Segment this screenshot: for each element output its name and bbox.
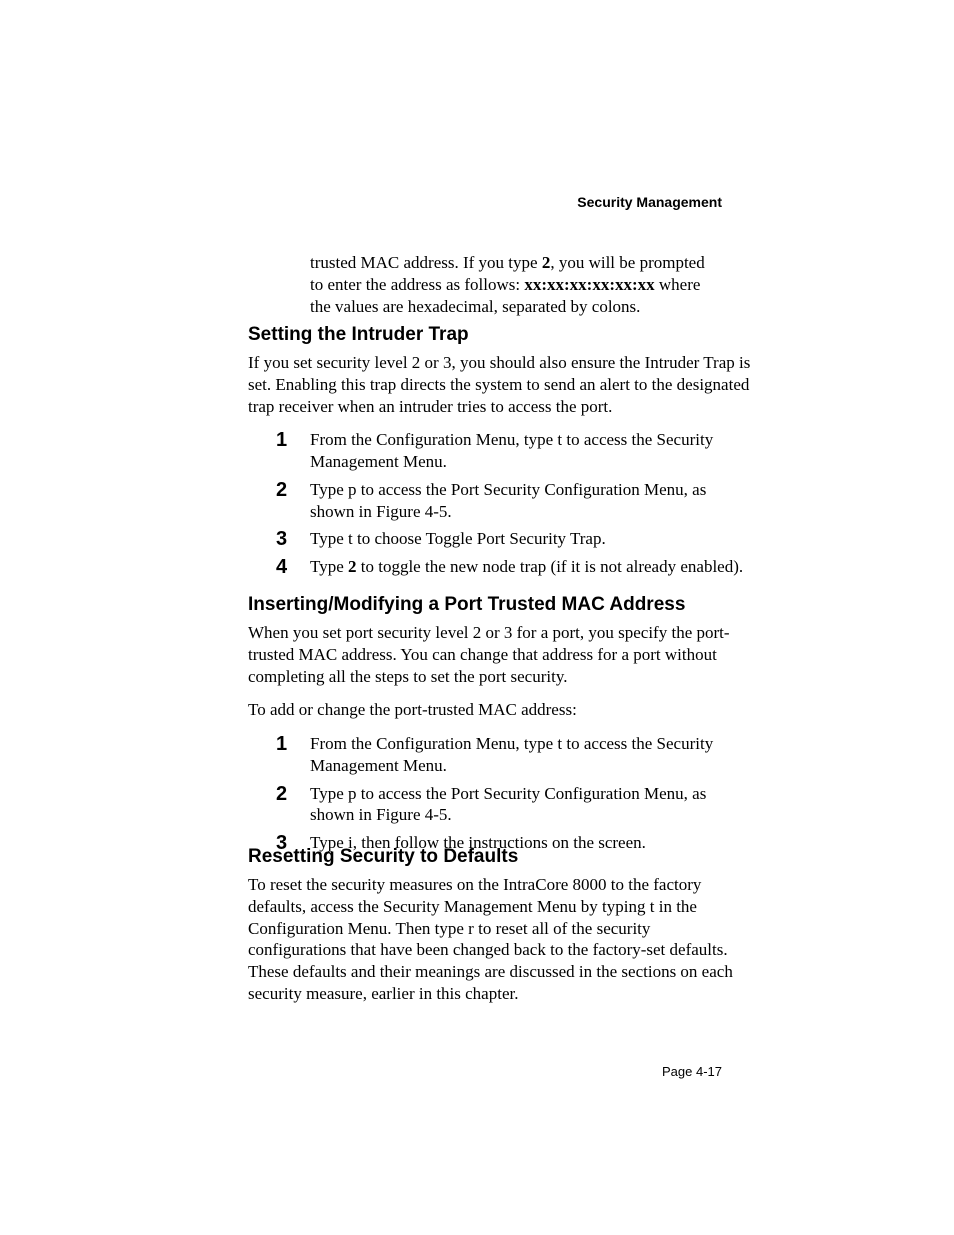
step-item: 2 Type p to access the Port Security Con… <box>276 479 752 523</box>
step-text: Type 2 to toggle the new node trap (if i… <box>310 556 752 578</box>
body-paragraph: To add or change the port-trusted MAC ad… <box>248 699 752 721</box>
step-number: 1 <box>276 733 310 755</box>
step-text: From the Configuration Menu, type t to a… <box>310 429 752 473</box>
step-number: 1 <box>276 429 310 451</box>
step-text: Type p to access the Port Security Confi… <box>310 479 752 523</box>
step-item: 1 From the Configuration Menu, type t to… <box>276 429 752 473</box>
step-item: 2 Type p to access the Port Security Con… <box>276 783 752 827</box>
text: to toggle the new node trap (if it is no… <box>357 557 744 576</box>
section-intruder-trap: Setting the Intruder Trap If you set sec… <box>248 324 752 584</box>
text: trusted MAC address. If you type <box>310 253 542 272</box>
section-reset-defaults: Resetting Security to Defaults To reset … <box>248 846 752 1017</box>
step-list: 1 From the Configuration Menu, type t to… <box>276 733 752 854</box>
text: Type <box>310 557 348 576</box>
section-heading: Inserting/Modifying a Port Trusted MAC A… <box>248 594 752 616</box>
document-page: Security Management trusted MAC address.… <box>0 0 954 1235</box>
step-number: 3 <box>276 528 310 550</box>
page-number: Page 4-17 <box>662 1064 722 1079</box>
step-text: Type p to access the Port Security Confi… <box>310 783 752 827</box>
section-heading: Resetting Security to Defaults <box>248 846 752 868</box>
carryover-paragraph: trusted MAC address. If you type 2, you … <box>310 252 705 317</box>
section-mac-address: Inserting/Modifying a Port Trusted MAC A… <box>248 594 752 860</box>
body-paragraph: To reset the security measures on the In… <box>248 874 752 1005</box>
step-item: 1 From the Configuration Menu, type t to… <box>276 733 752 777</box>
bold-text: 2 <box>348 557 357 576</box>
step-number: 2 <box>276 479 310 501</box>
step-number: 2 <box>276 783 310 805</box>
step-number: 4 <box>276 556 310 578</box>
section-heading: Setting the Intruder Trap <box>248 324 752 346</box>
step-list: 1 From the Configuration Menu, type t to… <box>276 429 752 578</box>
body-paragraph: If you set security level 2 or 3, you sh… <box>248 352 752 417</box>
step-text: From the Configuration Menu, type t to a… <box>310 733 752 777</box>
bold-text: xx:xx:xx:xx:xx:xx <box>524 275 654 294</box>
step-text: Type t to choose Toggle Port Security Tr… <box>310 528 752 550</box>
body-paragraph: When you set port security level 2 or 3 … <box>248 622 752 687</box>
step-item: 3 Type t to choose Toggle Port Security … <box>276 528 752 550</box>
running-header: Security Management <box>577 194 722 210</box>
step-item: 4 Type 2 to toggle the new node trap (if… <box>276 556 752 578</box>
